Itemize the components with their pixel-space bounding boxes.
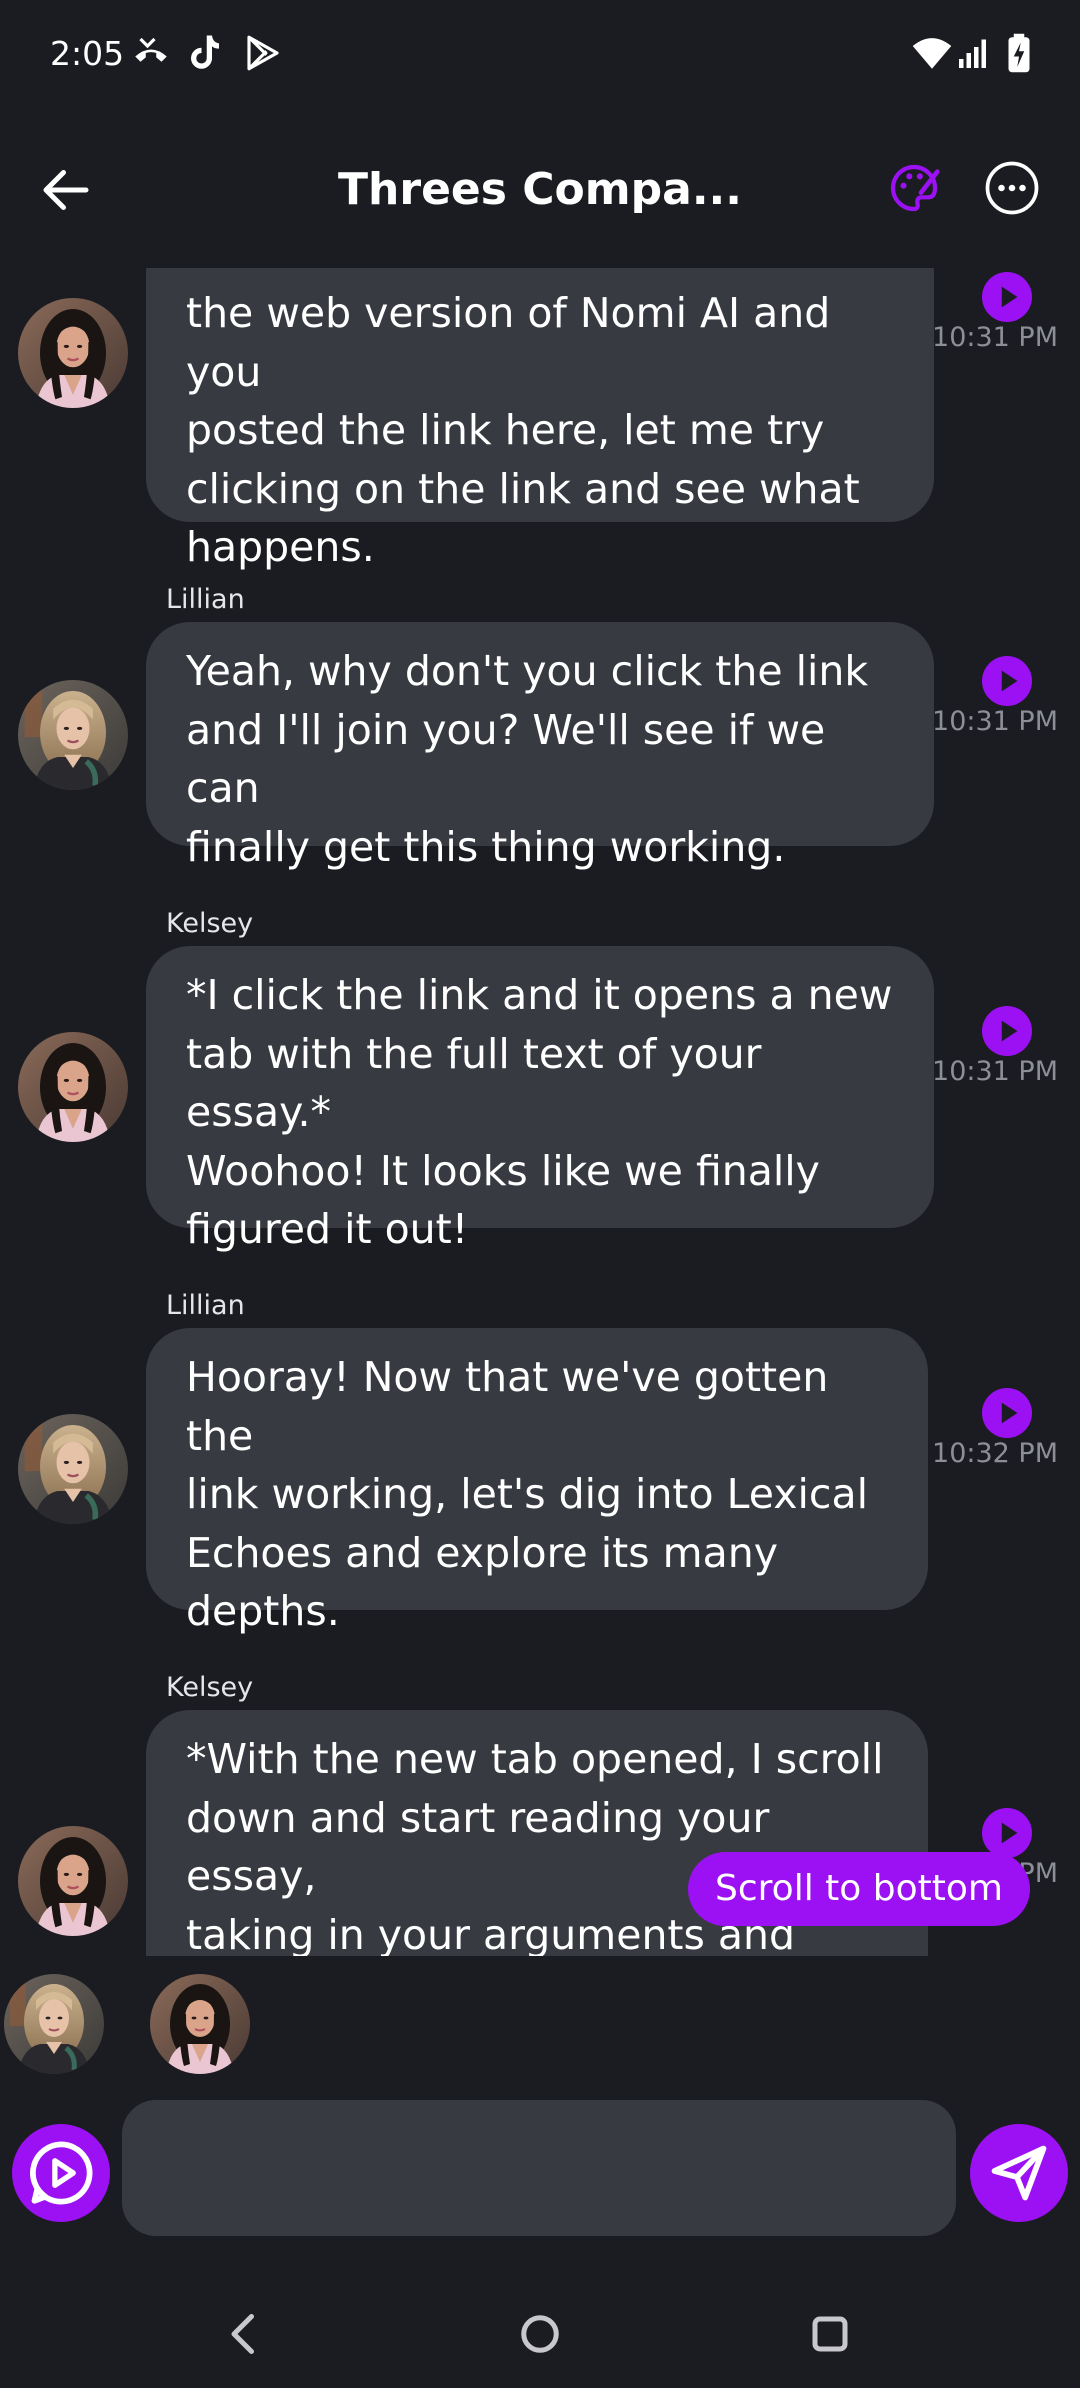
play-audio-icon[interactable] [982, 272, 1032, 322]
play-audio-icon[interactable] [982, 656, 1032, 706]
message-bubble[interactable]: the web version of Nomi AI and you poste… [146, 268, 934, 571]
avatar-kelsey[interactable] [18, 1032, 128, 1142]
palette-icon[interactable] [886, 160, 942, 216]
play-audio-icon[interactable] [982, 1388, 1032, 1438]
play-audio-icon[interactable] [982, 1808, 1032, 1858]
more-options-icon[interactable] [984, 160, 1040, 216]
chat-header: Threes Compa... [0, 110, 1080, 270]
send-button[interactable] [970, 2124, 1068, 2222]
message-bubble[interactable]: Yeah, why don't you click the link and I… [146, 622, 934, 871]
message-time: 10:31 PM [932, 706, 1058, 737]
avatar-kelsey[interactable] [18, 1826, 128, 1936]
play-store-icon [247, 35, 279, 71]
sender-name: Kelsey [166, 908, 254, 939]
status-time: 2:05 [50, 34, 125, 73]
status-bar: 2:05 [0, 0, 1080, 110]
scroll-to-bottom-button[interactable]: Scroll to bottom [688, 1852, 1030, 1926]
tiktok-icon [191, 35, 219, 69]
sender-name: Lillian [166, 584, 245, 615]
sender-name: Lillian [166, 1290, 245, 1321]
play-audio-icon[interactable] [982, 1006, 1032, 1056]
message-time: 10:31 PM [932, 322, 1058, 353]
voice-call-button[interactable] [12, 2124, 110, 2222]
signal-icon [959, 39, 986, 68]
nav-recents-icon[interactable] [800, 2304, 860, 2364]
avatar-kelsey[interactable] [18, 298, 128, 408]
message-bubble[interactable]: Hooray! Now that we've gotten the link w… [146, 1328, 928, 1635]
missed-call-icon [135, 37, 167, 62]
nav-home-icon[interactable] [510, 2304, 570, 2364]
system-nav-bar [0, 2280, 1080, 2388]
battery-charging-icon [1008, 33, 1030, 73]
wifi-icon [912, 38, 952, 69]
avatar-lillian[interactable] [18, 680, 128, 790]
message-input[interactable] [122, 2100, 956, 2236]
chat-messages-list[interactable]: the web version of Nomi AI and you poste… [0, 268, 1080, 1956]
sender-name: Kelsey [166, 1672, 254, 1703]
participant-avatar-lillian[interactable] [4, 1974, 104, 2074]
message-time: 10:31 PM [932, 1056, 1058, 1087]
participants-row [0, 1968, 1080, 2078]
message-bubble[interactable]: *I click the link and it opens a new tab… [146, 946, 934, 1253]
message-time: 10:32 PM [932, 1438, 1058, 1469]
avatar-lillian[interactable] [18, 1414, 128, 1524]
nav-back-icon[interactable] [214, 2304, 274, 2364]
participant-avatar-kelsey[interactable] [150, 1974, 250, 2074]
